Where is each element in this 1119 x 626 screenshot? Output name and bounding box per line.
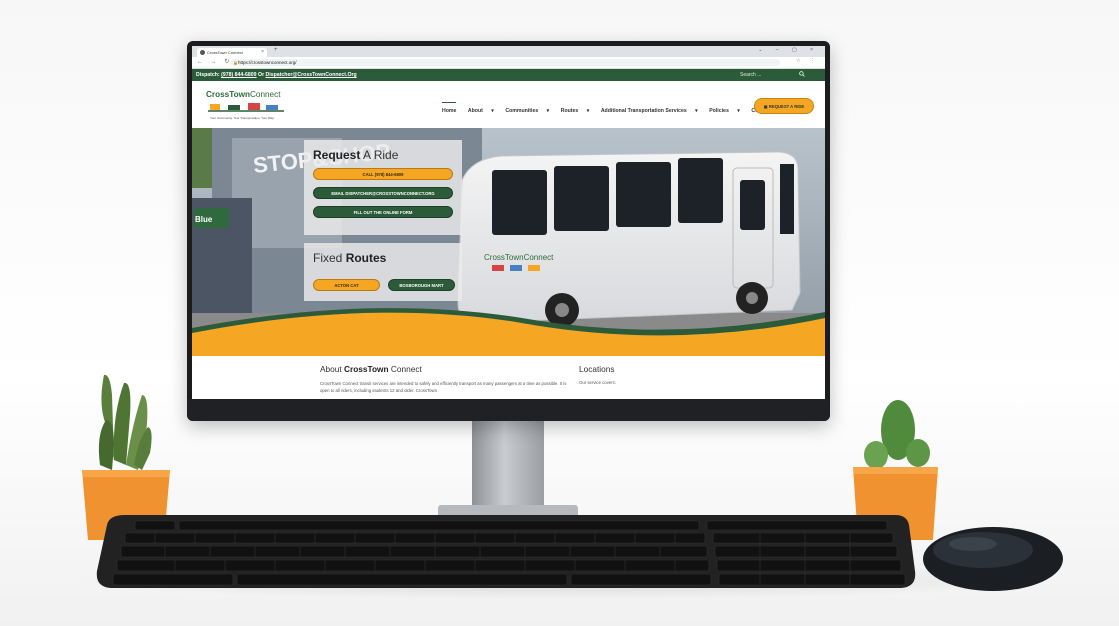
mouse <box>923 527 1063 591</box>
dispatch-or: Or <box>258 72 265 78</box>
logo-brand-bold: CrossTown <box>206 90 250 99</box>
locations-section: Locations Our service covers: <box>579 364 779 385</box>
search-input[interactable]: Search ... <box>740 69 761 81</box>
request-ride-panel: Request A Ride CALL (978) 844-6809 EMAIL… <box>304 140 462 235</box>
about-title-rest: About <box>320 364 342 374</box>
request-ride-title-bold: Request <box>313 148 361 162</box>
request-ride-title-rest: A Ride <box>363 148 399 162</box>
browser-menu-icons[interactable]: ☆ ⋮ <box>796 58 819 64</box>
search-icon[interactable] <box>799 71 805 77</box>
about-section: About CrossTown Connect CrossTown Connec… <box>320 364 570 394</box>
nav-about[interactable]: About ▾ <box>468 108 494 114</box>
hero-photo: Blue STOP&SHOP CrossTownConnect <box>192 128 825 356</box>
dispatch-text: Dispatch: (978) 844-6809 Or Dispatcher@C… <box>196 69 357 81</box>
nav-additional-services[interactable]: Additional Transportation Services ▾ <box>601 108 698 114</box>
dispatch-label: Dispatch: <box>196 72 220 78</box>
email-dispatcher-button[interactable]: EMAIL DISPATCHER@CROSSTOWNCONNECT.ORG <box>313 187 453 199</box>
keyboard <box>96 515 916 588</box>
locations-text: Our service covers: <box>579 380 617 385</box>
browser-nav-icons[interactable]: ← → ↻ <box>197 58 232 65</box>
monitor-stand <box>472 421 544 513</box>
site-header: CrossTownConnect Your Community. Your Tr… <box>192 81 825 128</box>
call-button[interactable]: CALL (978) 844-6809 <box>313 168 453 180</box>
svg-text:Blue: Blue <box>195 215 213 224</box>
crosstown-logo[interactable]: CrossTownConnect Your Community. Your Tr… <box>206 90 286 122</box>
lock-icon: 🔒 <box>233 60 238 65</box>
logo-tagline: Your Community. Your Transportation. You… <box>210 116 275 120</box>
nav-communities[interactable]: Communities ▾ <box>505 108 549 114</box>
bus-brand-text: CrossTownConnect <box>484 253 554 262</box>
about-title-end: Connect <box>390 364 422 374</box>
screen: CrossTown Connect × + ⌄ – ▢ × ← → ↻ 🔒 ht… <box>192 46 825 400</box>
url-input[interactable]: 🔒 https://crosstownconnect.org/ <box>230 59 780 66</box>
monitor: CrossTown Connect × + ⌄ – ▢ × ← → ↻ 🔒 ht… <box>187 41 830 421</box>
logo-brand-rest: Connect <box>249 90 281 99</box>
acton-cat-button[interactable]: ACTON CAT <box>313 279 380 291</box>
fixed-routes-title-bold: Routes <box>345 251 387 265</box>
monitor-chin <box>187 399 830 421</box>
nav-communities-label: Communities <box>505 108 539 114</box>
about-title: About CrossTown Connect <box>320 364 570 374</box>
tab-title: CrossTown Connect <box>207 50 243 55</box>
hero-banner: Blue STOP&SHOP CrossTownConnect <box>192 128 825 356</box>
fixed-routes-panel: Fixed Routes ACTON CAT BOXBOROUGH MART <box>304 243 462 301</box>
url-text: https://crosstownconnect.org/ <box>238 60 297 65</box>
browser-tab[interactable]: CrossTown Connect × <box>197 48 267 57</box>
fixed-routes-title: Fixed Routes <box>313 251 386 265</box>
nav-policies[interactable]: Policies ▾ <box>709 108 740 114</box>
nav-policies-label: Policies <box>709 108 729 114</box>
about-title-bold: CrossTown <box>344 364 389 374</box>
fixed-routes-title-rest: Fixed <box>313 251 343 265</box>
dispatch-email-link[interactable]: Dispatcher@CrossTownConnect.Org <box>266 72 357 78</box>
boxborough-mart-button[interactable]: BOXBOROUGH MART <box>388 279 455 291</box>
request-ride-button[interactable]: ▣ REQUEST A RIDE <box>754 98 814 114</box>
request-ride-title: Request A Ride <box>313 148 398 162</box>
nav-routes[interactable]: Routes ▾ <box>561 108 590 114</box>
request-ride-label: REQUEST A RIDE <box>768 104 805 109</box>
nav-home[interactable]: Home <box>442 102 457 114</box>
logo-vehicles-icon <box>208 103 284 112</box>
calendar-icon: ▣ <box>763 104 768 109</box>
locations-title: Locations <box>579 364 615 374</box>
dispatch-phone-link[interactable]: (978) 844-6809 <box>221 72 256 78</box>
browser-addressbar: ← → ↻ 🔒 https://crosstownconnect.org/ ☆ … <box>192 57 825 69</box>
logo-title: CrossTownConnect <box>206 90 280 99</box>
main-nav: Home About ▾ Communities ▾ Routes ▾ Addi… <box>442 99 789 114</box>
nav-additional-services-label: Additional Transportation Services <box>600 108 687 114</box>
close-tab-icon[interactable]: × <box>261 48 264 57</box>
favicon-icon <box>200 50 205 55</box>
window-controls[interactable]: ⌄ – ▢ × <box>758 47 819 53</box>
online-form-button[interactable]: FILL OUT THE ONLINE FORM <box>313 206 453 218</box>
new-tab-icon[interactable]: + <box>274 47 278 53</box>
browser-tabbar: CrossTown Connect × + ⌄ – ▢ × <box>192 46 825 57</box>
nav-routes-label: Routes <box>560 108 579 114</box>
dispatch-bar: Dispatch: (978) 844-6809 Or Dispatcher@C… <box>192 69 825 81</box>
about-text: CrossTown Connect transit services are i… <box>320 381 567 393</box>
nav-about-label: About <box>467 108 483 114</box>
